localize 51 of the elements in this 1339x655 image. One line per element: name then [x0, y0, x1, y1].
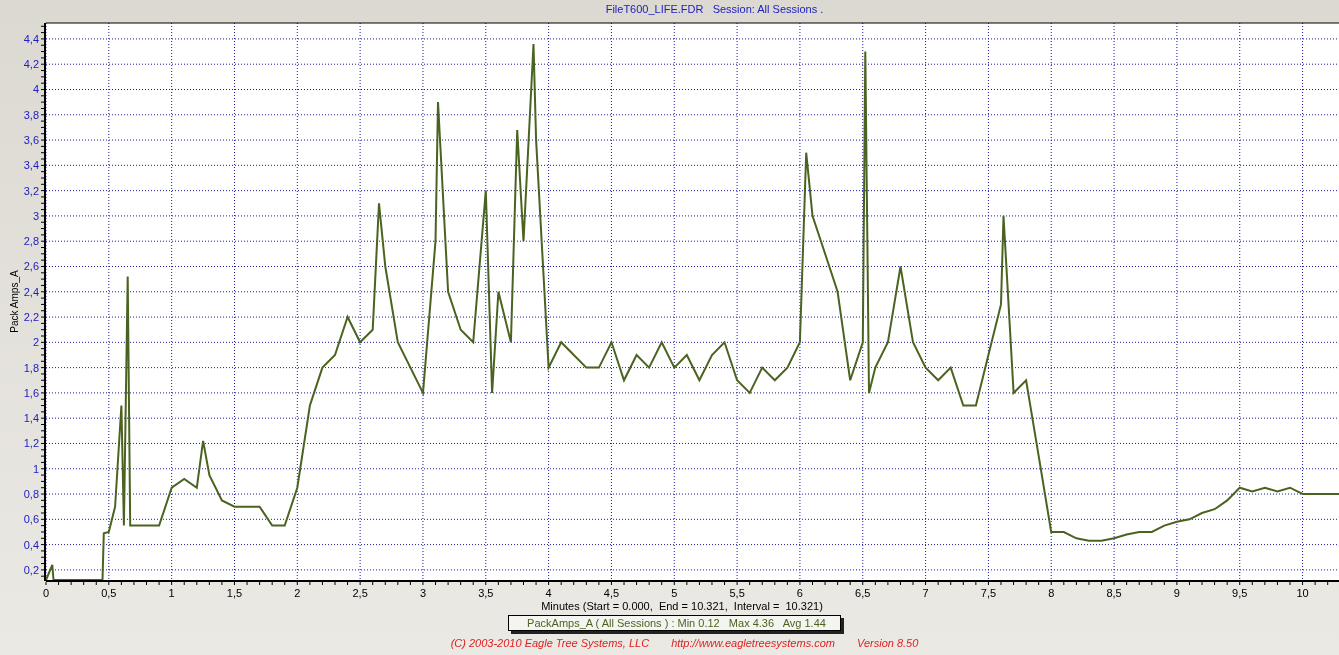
- axis-tick-label: 2,5: [352, 587, 368, 599]
- axis-tick-label: 9,5: [1232, 587, 1248, 599]
- website-url: http://www.eagletreesystems.com: [671, 637, 835, 649]
- axis-tick-label: 6: [796, 587, 803, 599]
- axis-tick-label: 8,5: [1106, 587, 1122, 599]
- axis-tick-label: 3: [419, 587, 427, 599]
- axis-tick-label: 4,4: [23, 32, 39, 45]
- axis-tick-label: 9: [1173, 587, 1180, 599]
- axis-tick-label: 3,4: [23, 159, 39, 172]
- axis-tick-label: 2,2: [23, 311, 39, 324]
- axis-tick-label: 1,4: [23, 412, 39, 425]
- axis-tick-label: 10: [1296, 587, 1309, 599]
- axis-tick-label: 1: [168, 587, 175, 599]
- axis-tick-label: 3: [32, 209, 39, 222]
- axis-tick-label: 4,5: [603, 587, 620, 599]
- axis-tick-label: 3,2: [23, 184, 39, 197]
- version-text: Version 8.50: [857, 637, 919, 649]
- axis-tick-label: 0,5: [101, 587, 117, 599]
- axis-tick-label: 5: [671, 587, 678, 599]
- axis-tick-label: 1,8: [23, 361, 39, 374]
- axis-tick-label: 2,6: [23, 260, 39, 273]
- axis-tick-label: 3,8: [23, 108, 39, 121]
- axis-tick-label: 5,5: [729, 587, 745, 599]
- axis-tick-label: 0: [42, 587, 50, 599]
- axis-tick-label: 8: [1048, 587, 1055, 599]
- axis-tick-label: 0,8: [23, 488, 39, 501]
- axis-title: Minutes (Start = 0.000, End = 10.321, Interval = 10.321): [541, 600, 823, 612]
- axis-tick-label: 6,5: [855, 587, 871, 599]
- axis-tick-label: 3,6: [23, 134, 39, 147]
- axis-tick-label: 2,4: [23, 285, 39, 298]
- axis-tick-label: 4: [32, 83, 39, 96]
- axis-tick-label: 0,4: [23, 538, 39, 551]
- axis-tick-label: 1,5: [226, 587, 243, 599]
- axis-tick-label: 2,8: [23, 235, 39, 248]
- axis-tick-label: 2: [294, 587, 301, 599]
- legend-stats: ( All Sessions ) : Min 0.12 Max 4.36 Avg 1.44: [594, 617, 826, 629]
- axis-tick-label: 7: [922, 587, 929, 599]
- axis-tick-label: 0,6: [23, 513, 39, 526]
- axis-tick-label: 3,5: [478, 587, 494, 599]
- axis-tick-label: 1,2: [23, 437, 39, 450]
- axis-tick-label: 7,5: [980, 587, 997, 599]
- copyright-text: (C) 2003-2010 Eagle Tree Systems, LLC: [450, 637, 650, 649]
- axis-tick-label: 2: [32, 336, 39, 349]
- axis-title: Pack Amps_A: [9, 270, 20, 333]
- axis-tick-label: 1,6: [23, 386, 39, 399]
- axis-tick-label: 1: [32, 462, 39, 475]
- axis-tick-label: 0,2: [23, 563, 39, 576]
- axis-tick-label: 4: [545, 587, 552, 599]
- axis-tick-label: 4,2: [23, 58, 39, 71]
- window-title: FileT600_LIFE.FDR Session: All Sessions .: [605, 3, 824, 15]
- legend-series-name: PackAmps_A: [527, 617, 593, 629]
